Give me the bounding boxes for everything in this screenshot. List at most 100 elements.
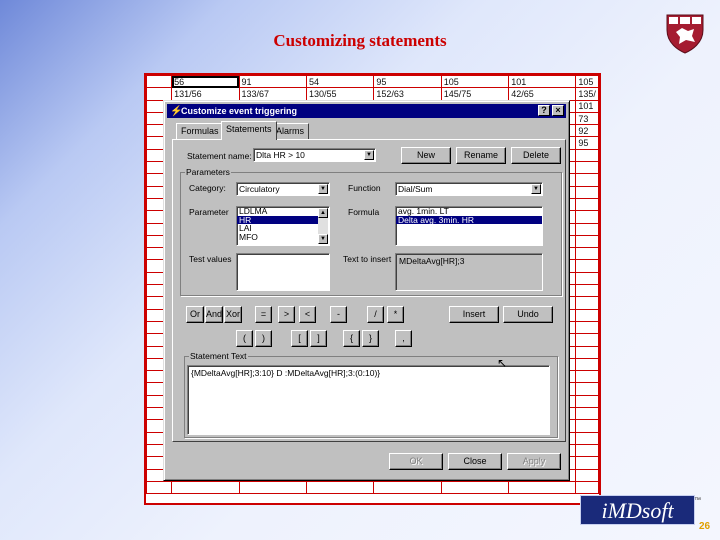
statement-text-input[interactable]: {MDeltaAvg[HR];3:10} D :MDeltaAvg[HR];3:… [187,365,550,435]
sheet-row: 131/56 133/67 130/55 152/63 145/75 42/65 135/ [146,87,599,101]
statement-name-select[interactable]: Dlta HR > 10 ▼ [253,148,376,162]
tab-alarms[interactable]: Alarms [271,123,310,139]
customize-event-dialog: ⚡ Customize event triggering ? × Formula… [163,100,570,481]
bracket-button[interactable]: } [362,330,379,347]
ok-button[interactable]: OK [389,453,443,470]
bracket-button[interactable]: { [343,330,360,347]
bracket-button[interactable]: ( [236,330,253,347]
close-button[interactable]: Close [448,453,502,470]
chevron-down-icon[interactable]: ▼ [364,150,374,160]
chevron-down-icon[interactable]: ▼ [318,184,328,194]
trademark-mark: ™ [694,497,701,504]
test-values-label: Test values [189,254,232,264]
function-label: Function [348,183,381,193]
statement-name-value: Dlta HR > 10 [256,150,305,160]
operator-button[interactable]: Xor [224,306,242,323]
slide-title: Customizing statements [273,31,447,50]
sheet-cell [575,222,599,236]
sheet-cell: 73 [575,111,599,126]
operator-button[interactable]: = [255,306,272,323]
category-select[interactable]: Circulatory ▼ [236,182,330,196]
sheet-cell: 95 [575,136,599,150]
scroll-down-icon[interactable]: ▼ [318,234,328,244]
undo-button[interactable]: Undo [503,306,553,323]
sheet-cell: 54 [305,75,375,89]
list-item[interactable]: Delta avg. 3min. HR [396,215,542,224]
sheet-cell [575,247,599,261]
statement-text-legend: Statement Text [189,351,248,361]
page-number: 26 [699,521,711,532]
function-value: Dial/Sum [398,184,433,194]
tab-formulas[interactable]: Formulas [176,123,224,139]
sheet-cell: 131/56 [171,87,240,101]
sheet-cell: 91 [238,75,307,89]
sheet-cell [440,480,510,495]
operator-button[interactable]: - [330,306,347,323]
tab-statements[interactable]: Statements [221,121,277,140]
list-item[interactable]: MFO [237,232,318,242]
sheet-cell [146,480,173,495]
sheet-cell: 133/67 [238,87,307,101]
parameter-listbox[interactable]: LDLMA HR LAI MFO ▲ ▼ [236,206,330,246]
sheet-cell [575,443,599,458]
scroll-up-icon[interactable]: ▲ [318,208,328,218]
sheet-cell [305,480,375,495]
operator-button[interactable]: * [387,306,404,323]
formula-listbox[interactable]: avg. 1min. LT Delta avg. 3min. HR [395,206,543,246]
sheet-cell [575,333,599,347]
sheet-cell [238,480,307,495]
sheet-cell [575,308,599,322]
sheet-cell [575,197,599,212]
harvard-shield-logo [666,14,704,54]
insert-button[interactable]: Insert [449,306,499,323]
apply-button[interactable]: Apply [507,453,561,470]
delete-button[interactable]: Delete [511,147,561,164]
bracket-button[interactable]: ] [310,330,327,347]
mouse-cursor-icon: ↖ [497,356,508,370]
text-to-insert-label: Text to insert [343,254,392,264]
operator-button[interactable]: And [205,306,223,323]
statements-panel: Statement name: Dlta HR > 10 ▼ New Renam… [172,139,566,442]
sheet-cell: 101 [508,75,577,89]
sheet-cell [146,87,173,101]
test-values-input[interactable] [236,253,330,291]
bracket-button[interactable]: [ [291,330,308,347]
operator-button[interactable]: < [299,306,316,323]
function-select[interactable]: Dial/Sum ▼ [395,182,543,196]
sheet-cell [575,320,599,335]
sheet-cell [575,148,599,163]
sheet-cell [575,259,599,273]
sheet-cell [575,394,599,409]
sheet-cell [575,284,599,298]
sheet-cell: 101 [575,99,599,113]
dialog-titlebar: ⚡ Customize event triggering ? × [167,104,566,118]
bracket-button[interactable]: ) [255,330,272,347]
operator-button[interactable]: > [278,306,295,323]
lightning-icon: ⚡ [170,106,183,117]
sheet-cell: 56 [171,75,240,89]
formula-label: Formula [348,207,380,217]
chevron-down-icon[interactable]: ▼ [531,184,541,194]
new-button[interactable]: New [401,147,451,164]
parameters-legend: Parameters [185,167,231,177]
parameter-scrollbar[interactable]: ▲ ▼ [318,208,328,244]
text-to-insert-value: MDeltaAvg[HR];3 [399,256,465,266]
close-icon[interactable]: × [552,105,564,116]
sheet-cell: 130/55 [305,87,375,101]
sheet-cell [146,75,173,89]
sheet-row [146,480,599,495]
imdsoft-logo: iMDsoft [580,495,695,525]
statement-name-label: Statement name: [187,151,252,161]
bracket-button[interactable]: , [395,330,412,347]
sheet-cell [575,185,599,199]
sheet-cell [575,370,599,384]
operator-button[interactable]: / [367,306,384,323]
operator-button[interactable]: Or [186,306,204,323]
sheet-cell [575,468,599,482]
help-button[interactable]: ? [538,105,550,116]
parameter-label: Parameter [189,207,229,217]
sheet-cell: 92 [575,124,599,138]
rename-button[interactable]: Rename [456,147,506,164]
statement-text-value: {MDeltaAvg[HR];3:10} D :MDeltaAvg[HR];3:… [191,368,381,378]
sheet-cell: 95 [373,75,442,89]
